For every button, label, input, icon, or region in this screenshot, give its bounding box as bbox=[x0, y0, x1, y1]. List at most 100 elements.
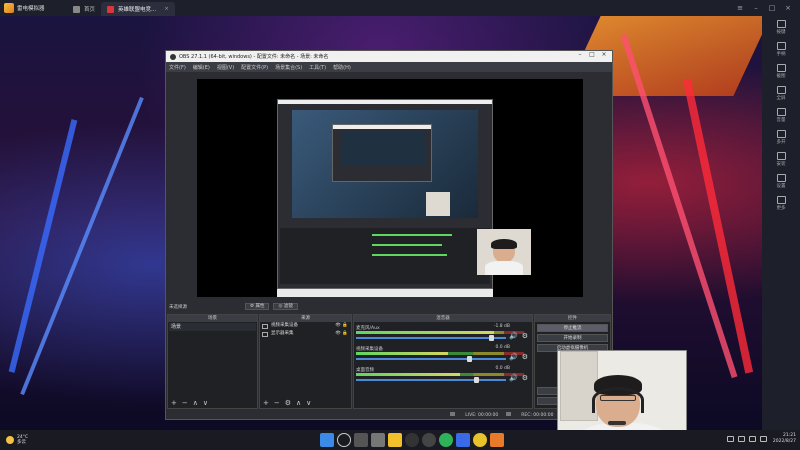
gear-icon[interactable]: ⚙ bbox=[522, 332, 528, 340]
task-view-icon[interactable] bbox=[354, 433, 368, 447]
search-icon[interactable] bbox=[337, 433, 351, 447]
menu-icon[interactable]: ≡ bbox=[732, 2, 748, 14]
clock[interactable]: 21:21 2022/8/27 bbox=[773, 433, 796, 445]
mixer-header: 混音器 bbox=[354, 315, 532, 322]
close-icon[interactable]: × bbox=[780, 2, 796, 14]
source-item[interactable]: 视频采集设备 👁 🔒 bbox=[260, 322, 351, 330]
weather-text: 多云 bbox=[17, 440, 26, 445]
move-up-icon[interactable]: ∧ bbox=[193, 399, 198, 407]
app-icon[interactable] bbox=[422, 433, 436, 447]
visibility-icon[interactable]: 👁 🔒 bbox=[335, 322, 348, 330]
scene-item[interactable]: 场景 bbox=[169, 323, 256, 331]
minimize-icon[interactable]: – bbox=[748, 2, 764, 14]
emulator-logo-icon bbox=[4, 3, 14, 13]
move-down-icon[interactable]: ∨ bbox=[203, 399, 208, 407]
no-source-label: 未选择源 bbox=[169, 304, 187, 310]
menu-item[interactable]: 文件(F) bbox=[169, 64, 186, 71]
file-explorer-icon[interactable] bbox=[388, 433, 402, 447]
menu-item[interactable]: 工具(T) bbox=[309, 64, 326, 71]
network-icon[interactable] bbox=[737, 436, 745, 442]
start-recording-button[interactable]: 开始录制 bbox=[537, 334, 608, 342]
nested-preview bbox=[292, 110, 478, 218]
obs-app-icon[interactable] bbox=[405, 433, 419, 447]
volume-slider[interactable] bbox=[356, 358, 506, 360]
menu-item[interactable]: 编辑(E) bbox=[193, 64, 210, 71]
sidebar-item[interactable]: 全屏 bbox=[762, 82, 800, 104]
chevron-up-icon[interactable] bbox=[726, 436, 734, 442]
source-item[interactable]: 显示器采集 👁 🔒 bbox=[260, 330, 351, 338]
maximize-icon[interactable]: □ bbox=[764, 2, 780, 14]
sidebar-item-label: 按键 bbox=[776, 29, 786, 35]
menu-item[interactable]: 配置文件(P) bbox=[241, 64, 268, 71]
minimize-icon[interactable]: – bbox=[574, 51, 586, 58]
add-scene-button[interactable]: + bbox=[171, 399, 177, 407]
tab-home[interactable]: 首页 bbox=[67, 2, 101, 16]
menu-item[interactable]: 场景集合(S) bbox=[275, 64, 302, 71]
move-down-icon[interactable]: ∨ bbox=[306, 399, 311, 407]
widgets-icon[interactable] bbox=[371, 433, 385, 447]
weather-icon bbox=[6, 436, 14, 444]
menu-item[interactable]: 视图(V) bbox=[217, 64, 234, 71]
sidebar-item[interactable]: 音量 bbox=[762, 104, 800, 126]
sidebar-item-label: 设置 bbox=[776, 183, 786, 189]
screenshot-icon bbox=[776, 63, 786, 72]
maximize-icon[interactable]: □ bbox=[586, 51, 598, 58]
visibility-icon[interactable]: 👁 🔒 bbox=[335, 330, 348, 338]
volume-slider-handle[interactable] bbox=[474, 377, 480, 383]
gear-icon[interactable]: ⚙ bbox=[522, 374, 528, 382]
sidebar-item[interactable]: 设置 bbox=[762, 170, 800, 192]
properties-button[interactable]: ⚙ 属性 bbox=[245, 303, 270, 310]
start-icon[interactable] bbox=[320, 433, 334, 447]
source-toolbar: 未选择源 ⚙ 属性 ◎ 滤镜 bbox=[166, 302, 612, 311]
emulator-sidebar: 按键手柄 截图 全屏 音量多开安装设置更多 bbox=[762, 16, 800, 430]
sidebar-item[interactable]: 安装 bbox=[762, 148, 800, 170]
battery-icon[interactable] bbox=[759, 436, 767, 442]
level-meter-fill bbox=[356, 352, 449, 355]
sidebar-item[interactable]: 多开 bbox=[762, 126, 800, 148]
move-up-icon[interactable]: ∧ bbox=[296, 399, 301, 407]
close-icon[interactable]: × bbox=[598, 51, 610, 58]
menu-item[interactable]: 帮助(H) bbox=[333, 64, 351, 71]
speaker-icon[interactable]: 🔊 bbox=[509, 374, 518, 382]
obs-preview[interactable] bbox=[197, 79, 583, 297]
emulator-app-icon[interactable] bbox=[490, 433, 504, 447]
volume-slider-handle[interactable] bbox=[467, 356, 472, 362]
mixer-dock: 混音器 麦克风/Aux -1.8 dB 🔊 ⚙ 视频采集设备 0.0 dB 🔊 ⚙ 桌面音频 0.… bbox=[353, 314, 533, 409]
filters-button[interactable]: ◎ 滤镜 bbox=[273, 303, 298, 310]
obs-menubar: 文件(F) 编辑(E) 视图(V) 配置文件(P) 场景集合(S) 工具(T) 帮助(H) bbox=[166, 62, 612, 72]
obs-logo-icon bbox=[170, 53, 176, 60]
close-tab-icon[interactable]: × bbox=[164, 6, 169, 12]
channel-db: -1.8 dB bbox=[493, 324, 510, 329]
speaker-icon[interactable]: 🔊 bbox=[509, 353, 518, 361]
remove-scene-button[interactable]: − bbox=[182, 399, 188, 407]
sidebar-item[interactable]: 手柄 bbox=[762, 38, 800, 60]
app-icon[interactable] bbox=[456, 433, 470, 447]
speaker-icon[interactable]: 🔊 bbox=[509, 332, 518, 340]
tab-game[interactable]: 英雄联盟电竞... × bbox=[101, 2, 175, 16]
chrome-icon[interactable] bbox=[439, 433, 453, 447]
gear-icon[interactable]: ⚙ bbox=[522, 353, 528, 361]
app-icon[interactable] bbox=[473, 433, 487, 447]
sidebar-item-label: 多开 bbox=[776, 139, 786, 145]
monitor-icon bbox=[262, 331, 268, 337]
stop-streaming-button[interactable]: 停止推流 bbox=[537, 324, 608, 332]
channel-db: 0.0 dB bbox=[495, 345, 510, 350]
rec-status: REC: 00:00:00 bbox=[506, 411, 554, 418]
sidebar-item[interactable]: 更多 bbox=[762, 192, 800, 214]
tab-label: 首页 bbox=[84, 7, 96, 13]
volume-icon[interactable] bbox=[748, 436, 756, 442]
add-source-button[interactable]: + bbox=[263, 399, 269, 407]
game-app-icon bbox=[107, 5, 115, 13]
volume-slider[interactable] bbox=[356, 379, 506, 381]
scenes-header: 场景 bbox=[168, 315, 257, 322]
sidebar-item[interactable]: 截图 bbox=[762, 60, 800, 82]
mixer-channel: 麦克风/Aux -1.8 dB 🔊 ⚙ bbox=[356, 324, 530, 342]
gear-icon[interactable]: ⚙ bbox=[285, 399, 291, 407]
remove-source-button[interactable]: − bbox=[274, 399, 280, 407]
volume-slider-handle[interactable] bbox=[489, 335, 495, 341]
more-icon bbox=[776, 195, 786, 204]
weather-widget[interactable]: 24°C 多云 bbox=[6, 435, 28, 445]
multi-instance-icon bbox=[776, 129, 786, 138]
sidebar-item[interactable]: 按键 bbox=[762, 16, 800, 38]
volume-slider[interactable] bbox=[356, 337, 506, 339]
